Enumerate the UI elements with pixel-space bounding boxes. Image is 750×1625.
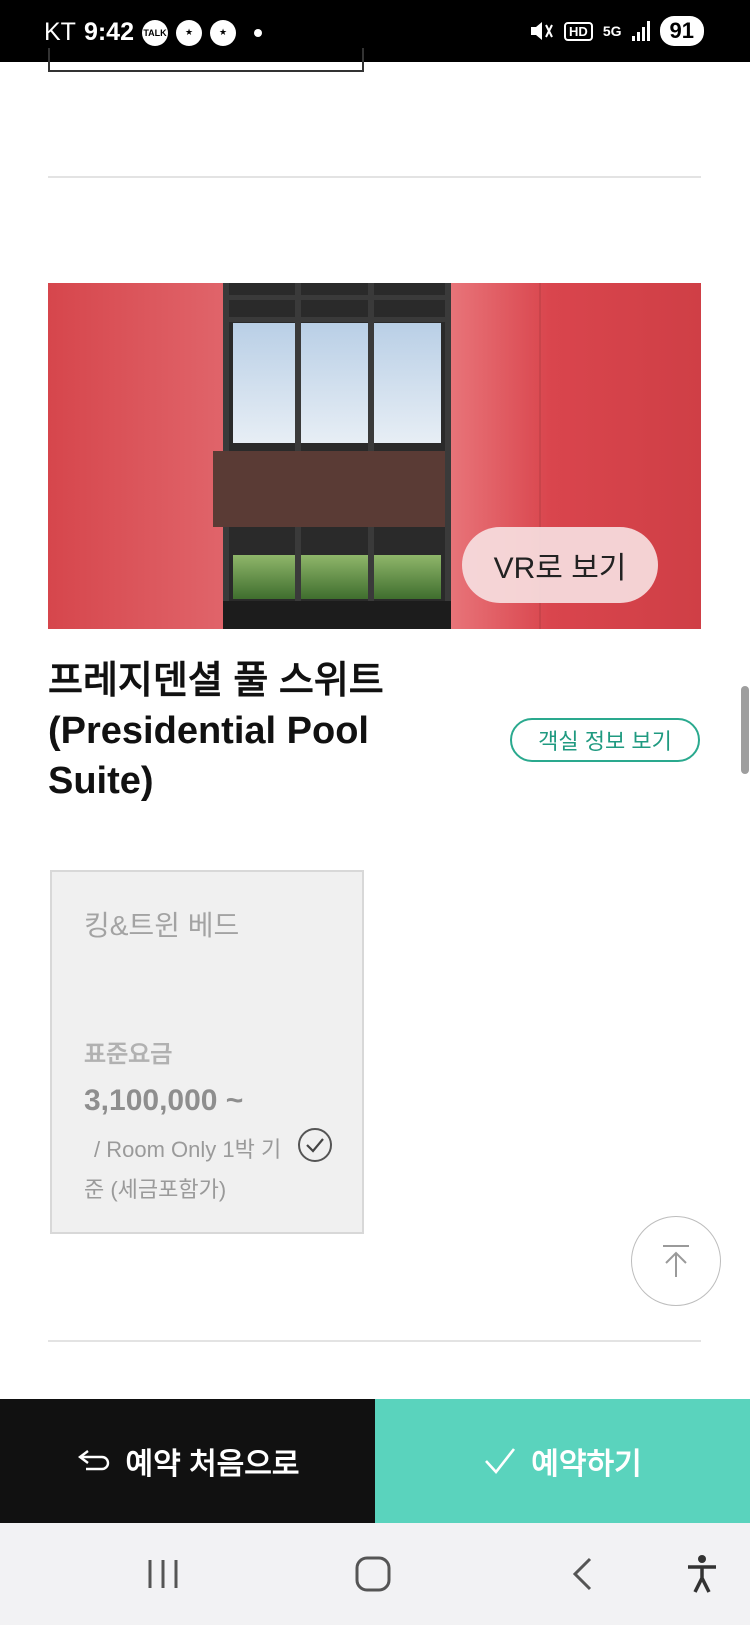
back-icon[interactable]	[553, 1551, 613, 1597]
room-photo-floor	[223, 601, 451, 629]
room-photo-beam	[213, 451, 445, 527]
home-glyph	[355, 1556, 391, 1592]
scroll-to-top-button[interactable]	[631, 1216, 721, 1306]
bed-type-label: 킹&트윈 베드	[84, 910, 240, 941]
status-bar-left: KT 9:42 TALK ★ ★	[44, 18, 262, 47]
room-photo-transom	[223, 317, 451, 322]
recent-apps-glyph	[148, 1560, 178, 1588]
accessibility-icon[interactable]	[672, 1551, 732, 1597]
undo-arrow-icon	[77, 1450, 109, 1471]
back-to-start-button[interactable]: 예약 처음으로	[0, 1399, 375, 1523]
check-icon	[485, 1448, 516, 1475]
rate-type-label: 표준요금	[84, 1041, 173, 1068]
reserve-button[interactable]: 예약하기	[375, 1399, 750, 1523]
status-bar-right: HD 5G 91	[528, 16, 704, 46]
divider-top	[48, 176, 701, 178]
kakaotalk-icon: TALK	[142, 19, 168, 46]
room-photo-left-wall	[48, 283, 223, 629]
accessibility-glyph	[688, 1555, 716, 1593]
room-photo-trees	[233, 555, 441, 599]
room-photo-window	[213, 283, 451, 629]
price-value: 3,100,000 ~	[84, 1084, 244, 1117]
system-navigation-bar	[0, 1523, 750, 1625]
previous-card-edge	[48, 48, 364, 72]
back-to-start-label: 예약 처음으로	[125, 1448, 300, 1481]
room-title: 프레지덴셜 풀 스위트 (Presidential Pool Suite)	[48, 660, 384, 802]
room-photo[interactable]: VR로 보기	[48, 283, 701, 629]
recent-apps-icon[interactable]	[133, 1551, 193, 1597]
network-type-badge: 5G	[602, 23, 622, 39]
room-photo-transom	[223, 295, 451, 300]
home-icon[interactable]	[343, 1551, 403, 1597]
room-photo-sky	[233, 323, 441, 443]
hd-voice-badge: HD	[564, 21, 593, 41]
price-description: / Room Only 1박 기준 (세금포함가)	[84, 1137, 282, 1202]
carrier-label: KT	[44, 18, 76, 46]
mute-icon	[531, 22, 553, 40]
room-info-button[interactable]: 객실 정보 보기	[510, 718, 700, 762]
scrollbar-thumb[interactable]	[741, 686, 749, 774]
back-glyph	[572, 1557, 592, 1591]
divider-bottom	[48, 1340, 701, 1342]
check-circle-icon[interactable]	[298, 1128, 332, 1162]
more-notifications-dot-icon	[254, 28, 262, 37]
starbucks-icon: ★	[176, 19, 202, 46]
bottom-action-bar: 예약 처음으로 예약하기	[0, 1399, 750, 1523]
checkmark-icon	[306, 1138, 324, 1153]
reserve-label: 예약하기	[531, 1448, 642, 1481]
battery-badge: 91	[659, 16, 704, 46]
arrow-up-icon	[663, 1245, 689, 1277]
clock: 9:42	[83, 18, 134, 46]
starbucks-icon: ★	[210, 19, 236, 46]
rate-option-card[interactable]: 킹&트윈 베드 표준요금 3,100,000 ~ / Room Only 1박 …	[50, 870, 364, 1234]
signal-icon	[631, 21, 650, 41]
vr-view-button[interactable]: VR로 보기	[462, 527, 658, 603]
